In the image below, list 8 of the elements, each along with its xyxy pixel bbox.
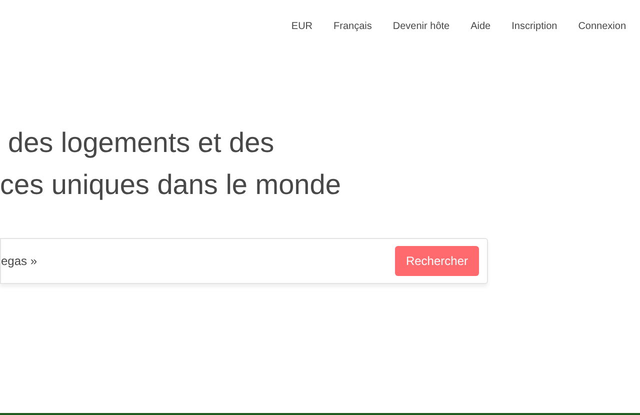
hero-heading: des logements et des ces uniques dans le monde (0, 126, 342, 202)
nav-link[interactable]: Inscription (512, 19, 558, 33)
nav-link[interactable]: Aide (470, 19, 491, 33)
nav-link[interactable]: EUR (291, 19, 313, 33)
search-field[interactable]: egas » (1, 251, 201, 271)
nav-link[interactable]: Français (334, 19, 372, 33)
nav-link[interactable]: Devenir hôte (392, 19, 450, 33)
nav-link[interactable]: Connexion (578, 19, 626, 33)
